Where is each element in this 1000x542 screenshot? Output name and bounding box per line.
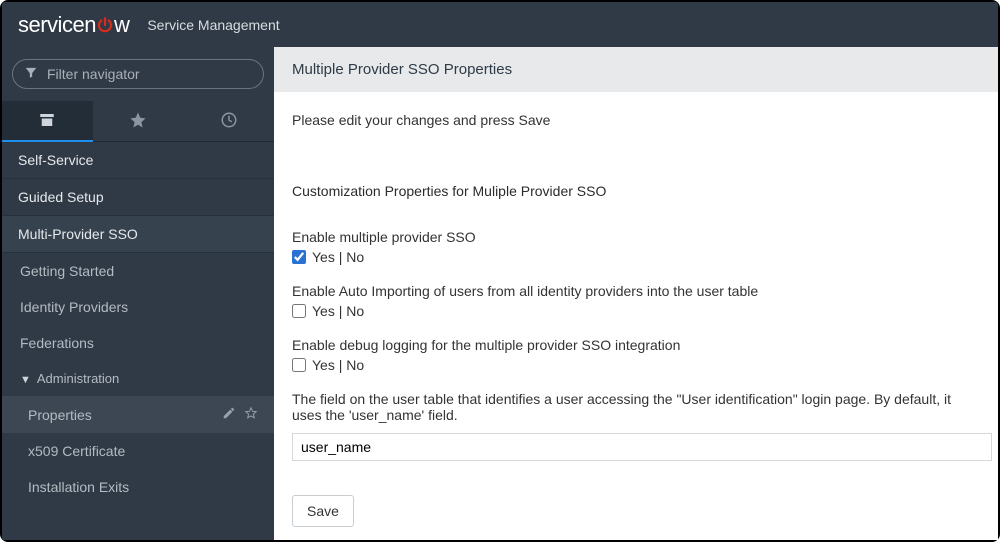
yesno-text: Yes | No [312,249,364,265]
yesno-text: Yes | No [312,303,364,319]
nav-item-identity-providers[interactable]: Identity Providers [2,289,274,325]
navigator-sidebar: Self-Service Guided Setup Multi-Provider… [2,47,274,540]
nav-item-getting-started[interactable]: Getting Started [2,253,274,289]
nav-label: Identity Providers [20,299,128,315]
brand-logo: servicenw [18,12,129,38]
tab-all-applications[interactable] [2,101,93,141]
page-title: Multiple Provider SSO Properties [274,47,998,92]
filter-input[interactable] [12,59,264,89]
nav-label: Properties [28,407,92,423]
nav-item-federations[interactable]: Federations [2,325,274,361]
main-content: Multiple Provider SSO Properties Please … [274,47,998,540]
nav-label: Multi-Provider SSO [18,226,138,242]
power-icon [96,12,114,38]
nav-label: Guided Setup [18,189,104,205]
nav-item-self-service[interactable]: Self-Service [2,142,274,179]
save-button[interactable]: Save [292,495,354,527]
nav-item-properties[interactable]: Properties [2,396,274,433]
star-icon [129,111,147,132]
tab-history[interactable] [183,101,274,141]
nav-item-guided-setup[interactable]: Guided Setup [2,179,274,216]
property-user-field: The field on the user table that identif… [292,391,980,461]
nav-label: Self-Service [18,152,93,168]
nav-label: Installation Exits [28,479,129,495]
nav-label: ▼Administration [20,371,119,386]
caret-down-icon: ▼ [20,374,31,386]
nav-item-x509-certificate[interactable]: x509 Certificate [2,433,274,469]
property-label: Enable multiple provider SSO [292,229,980,245]
property-enable-multiple-sso: Enable multiple provider SSO Yes | No [292,229,980,265]
nav-item-administration[interactable]: ▼Administration [2,361,274,396]
archive-box-icon [38,111,56,132]
logo-text-service: service [18,12,84,37]
header-subtitle: Service Management [147,17,279,33]
app-header: servicenw Service Management [2,2,998,47]
nav-label: Federations [20,335,94,351]
logo-text-n: n [84,12,96,37]
property-label: The field on the user table that identif… [292,391,980,423]
nav-label: Getting Started [20,263,114,279]
property-label: Enable Auto Importing of users from all … [292,283,980,299]
property-auto-import-users: Enable Auto Importing of users from all … [292,283,980,319]
property-label: Enable debug logging for the multiple pr… [292,337,980,353]
navigator-tabs [2,101,274,142]
yesno-text: Yes | No [312,357,364,373]
checkbox-enable-multiple-sso[interactable] [292,250,306,264]
user-field-input[interactable] [292,433,992,461]
nav-item-installation-exits[interactable]: Installation Exits [2,469,274,505]
funnel-icon [24,66,38,83]
nav-label: x509 Certificate [28,443,125,459]
tab-favorites[interactable] [93,101,184,141]
logo-text-w: w [114,12,129,37]
filter-navigator[interactable] [12,59,264,89]
star-outline-icon[interactable] [244,406,258,423]
clock-icon [220,111,238,132]
pencil-icon[interactable] [222,406,236,423]
property-debug-logging: Enable debug logging for the multiple pr… [292,337,980,373]
section-title: Customization Properties for Muliple Pro… [292,183,980,199]
instruction-text: Please edit your changes and press Save [292,112,980,128]
checkbox-debug-logging[interactable] [292,358,306,372]
checkbox-auto-import-users[interactable] [292,304,306,318]
nav-item-multi-provider-sso[interactable]: Multi-Provider SSO [2,216,274,253]
